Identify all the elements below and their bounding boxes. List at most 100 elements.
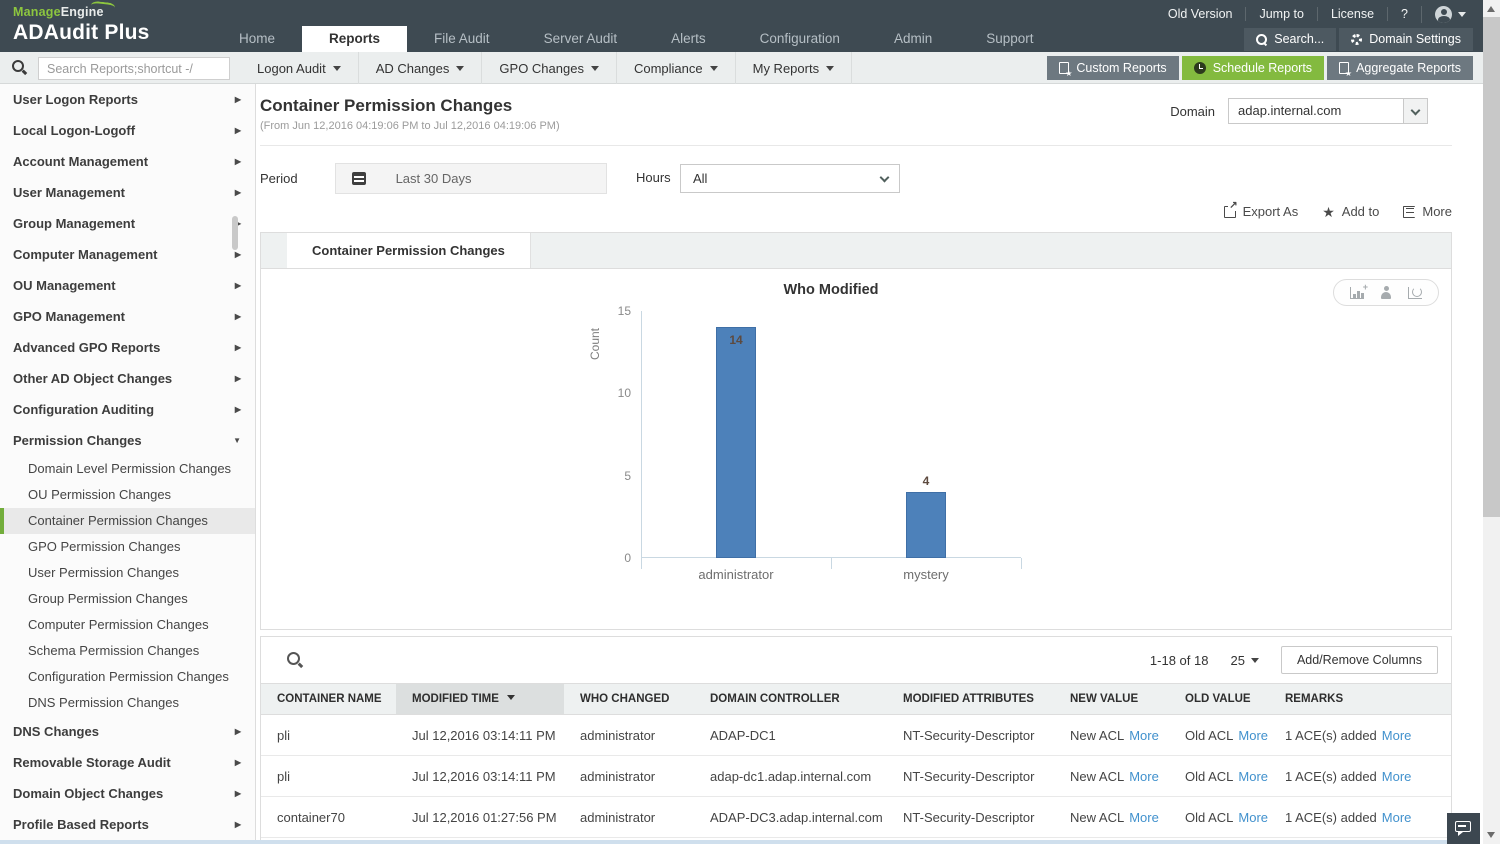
tab-container-permission-changes[interactable]: Container Permission Changes (287, 233, 531, 268)
period-select[interactable]: Last 30 Days (334, 163, 607, 194)
feedback-button[interactable] (1447, 813, 1480, 844)
user-menu[interactable] (1421, 5, 1466, 23)
nav-tab-admin[interactable]: Admin (867, 26, 959, 52)
header-buttons: Search... Domain Settings (1244, 28, 1473, 51)
nav-tab-configuration[interactable]: Configuration (733, 26, 867, 52)
column-header-modified-attributes[interactable]: MODIFIED ATTRIBUTES (887, 683, 1054, 715)
menu-logon-audit[interactable]: Logon Audit (240, 52, 359, 84)
add-to-button[interactable]: ★ Add to (1322, 204, 1379, 219)
sidebar-item-dns-changes[interactable]: DNS Changes ▶ (0, 716, 255, 747)
more-link[interactable]: More (1129, 728, 1159, 743)
sidebar-item-profile-based-reports[interactable]: Profile Based Reports ▶ (0, 809, 255, 840)
column-header-modified-time[interactable]: MODIFIED TIME (396, 683, 564, 715)
hours-select[interactable]: All (680, 164, 900, 193)
horizontal-scrollbar[interactable] (0, 840, 1461, 844)
menu-ad-changes[interactable]: AD Changes (359, 52, 483, 84)
report-search-input[interactable] (38, 57, 230, 80)
more-link[interactable]: More (1238, 728, 1268, 743)
sidebar-item-advanced-gpo-reports[interactable]: Advanced GPO Reports ▶ (0, 332, 255, 363)
quick-link-license[interactable]: License (1316, 7, 1387, 21)
more-icon (1403, 205, 1416, 218)
user-filter-icon[interactable] (1379, 286, 1393, 299)
table-row: container70 Jul 12,2016 01:27:56 PM admini… (261, 796, 1451, 838)
sidebar-item-local-logon-logoff[interactable]: Local Logon-Logoff ▶ (0, 115, 255, 146)
table-search-icon[interactable] (287, 652, 303, 668)
more-button[interactable]: More (1403, 204, 1452, 219)
period-label: Period (260, 171, 298, 186)
sidebar-item-permission-changes[interactable]: Permission Changes ▼ (0, 425, 255, 456)
nav-tab-server-audit[interactable]: Server Audit (517, 26, 645, 52)
more-link[interactable]: More (1129, 769, 1159, 784)
quick-link-jump-to[interactable]: Jump to (1245, 7, 1316, 21)
sidebar-item-group-management[interactable]: Group Management▶ (0, 208, 255, 239)
sidebar-item-group-permission-changes[interactable]: Group Permission Changes (0, 586, 255, 612)
column-header-domain-controller[interactable]: DOMAIN CONTROLLER (694, 683, 887, 715)
scroll-down-icon[interactable] (1487, 832, 1495, 838)
menu-gpo-changes[interactable]: GPO Changes (482, 52, 617, 84)
bar-mystery[interactable] (906, 492, 946, 558)
column-header-container-name[interactable]: CONTAINER NAME (261, 683, 396, 715)
sidebar-item-gpo-management[interactable]: GPO Management ▶ (0, 301, 255, 332)
column-header-new-value[interactable]: NEW VALUE (1054, 683, 1169, 715)
sidebar-item-ou-management[interactable]: OU Management ▶ (0, 270, 255, 301)
column-header-who-changed[interactable]: WHO CHANGED (564, 683, 694, 715)
sidebar-item-container-permission-changes[interactable]: Container Permission Changes (0, 508, 255, 534)
chart-refresh-icon[interactable] (1408, 286, 1422, 299)
custom-reports-button[interactable]: Custom Reports (1047, 56, 1179, 80)
search-button[interactable]: Search... (1244, 28, 1337, 51)
sidebar-item-user-permission-changes[interactable]: User Permission Changes (0, 560, 255, 586)
export-as-button[interactable]: Export As (1223, 199, 1298, 219)
sidebar-item-user-logon-reports[interactable]: User Logon Reports ▶ (0, 84, 255, 115)
page-size-select[interactable]: 25 (1230, 653, 1259, 668)
sidebar-item-other-ad-object-changes[interactable]: Other AD Object Changes ▶ (0, 363, 255, 394)
add-remove-columns-button[interactable]: Add/Remove Columns (1280, 646, 1438, 674)
page-scrollbar[interactable] (1483, 0, 1500, 844)
schedule-reports-button[interactable]: Schedule Reports (1181, 56, 1325, 80)
aggregate-reports-button[interactable]: Aggregate Reports (1327, 56, 1473, 80)
nav-tab-home[interactable]: Home (212, 26, 302, 52)
sidebar-item-dns-permission-changes[interactable]: DNS Permission Changes (0, 690, 255, 716)
more-link[interactable]: More (1382, 728, 1412, 743)
domain-settings-button[interactable]: Domain Settings (1339, 28, 1473, 51)
nav-tab-file-audit[interactable]: File Audit (407, 26, 517, 52)
sidebar-item-configuration-permission-changes[interactable]: Configuration Permission Changes (0, 664, 255, 690)
sidebar-scrollbar[interactable] (232, 216, 238, 250)
menu-my-reports[interactable]: My Reports (736, 52, 853, 84)
scroll-up-icon[interactable] (1487, 6, 1495, 12)
chart-type-icon[interactable]: + (1350, 282, 1368, 299)
domain-select[interactable]: adap.internal.com (1228, 98, 1428, 124)
menu-compliance[interactable]: Compliance (617, 52, 736, 84)
who-modified-chart: Who Modified Count + 0 5 10 15 14 administrat… (261, 269, 1451, 629)
nav-tab-alerts[interactable]: Alerts (644, 26, 733, 52)
calendar-icon (351, 172, 366, 185)
sidebar-item-domain-level-permission-changes[interactable]: Domain Level Permission Changes (0, 456, 255, 482)
sidebar-item-computer-permission-changes[interactable]: Computer Permission Changes (0, 612, 255, 638)
nav-tab-support[interactable]: Support (959, 26, 1060, 52)
sidebar-item-gpo-permission-changes[interactable]: GPO Permission Changes (0, 534, 255, 560)
sidebar-item-account-management[interactable]: Account Management ▶ (0, 146, 255, 177)
column-header-old-value[interactable]: OLD VALUE (1169, 683, 1269, 715)
help-icon[interactable]: ? (1387, 7, 1421, 21)
quick-link-old-version[interactable]: Old Version (1155, 7, 1246, 21)
column-header-remarks[interactable]: REMARKS (1269, 683, 1451, 715)
sidebar-item-label: Configuration Auditing (13, 402, 155, 417)
sidebar-item-domain-object-changes[interactable]: Domain Object Changes ▶ (0, 778, 255, 809)
bar-administrator[interactable] (716, 327, 756, 558)
more-link[interactable]: More (1129, 810, 1159, 825)
sidebar-item-removable-storage-audit[interactable]: Removable Storage Audit ▶ (0, 747, 255, 778)
sidebar-item-schema-permission-changes[interactable]: Schema Permission Changes (0, 638, 255, 664)
sidebar-item-computer-management[interactable]: Computer Management ▶ (0, 239, 255, 270)
cell-modified-time: Jul 12,2016 03:14:11 PM (396, 755, 564, 797)
scrollbar-thumb[interactable] (1483, 17, 1500, 517)
brand-manage: Manage (13, 5, 61, 19)
sidebar-item-user-management[interactable]: User Management ▶ (0, 177, 255, 208)
sidebar-item-configuration-auditing[interactable]: Configuration Auditing ▶ (0, 394, 255, 425)
more-link[interactable]: More (1382, 769, 1412, 784)
more-link[interactable]: More (1238, 769, 1268, 784)
more-link[interactable]: More (1382, 810, 1412, 825)
nav-tab-reports[interactable]: Reports (302, 26, 408, 52)
sidebar-item-ou-permission-changes[interactable]: OU Permission Changes (0, 482, 255, 508)
cell-value: New ACL (1070, 810, 1125, 825)
domain-select-button[interactable] (1403, 99, 1427, 123)
more-link[interactable]: More (1238, 810, 1268, 825)
